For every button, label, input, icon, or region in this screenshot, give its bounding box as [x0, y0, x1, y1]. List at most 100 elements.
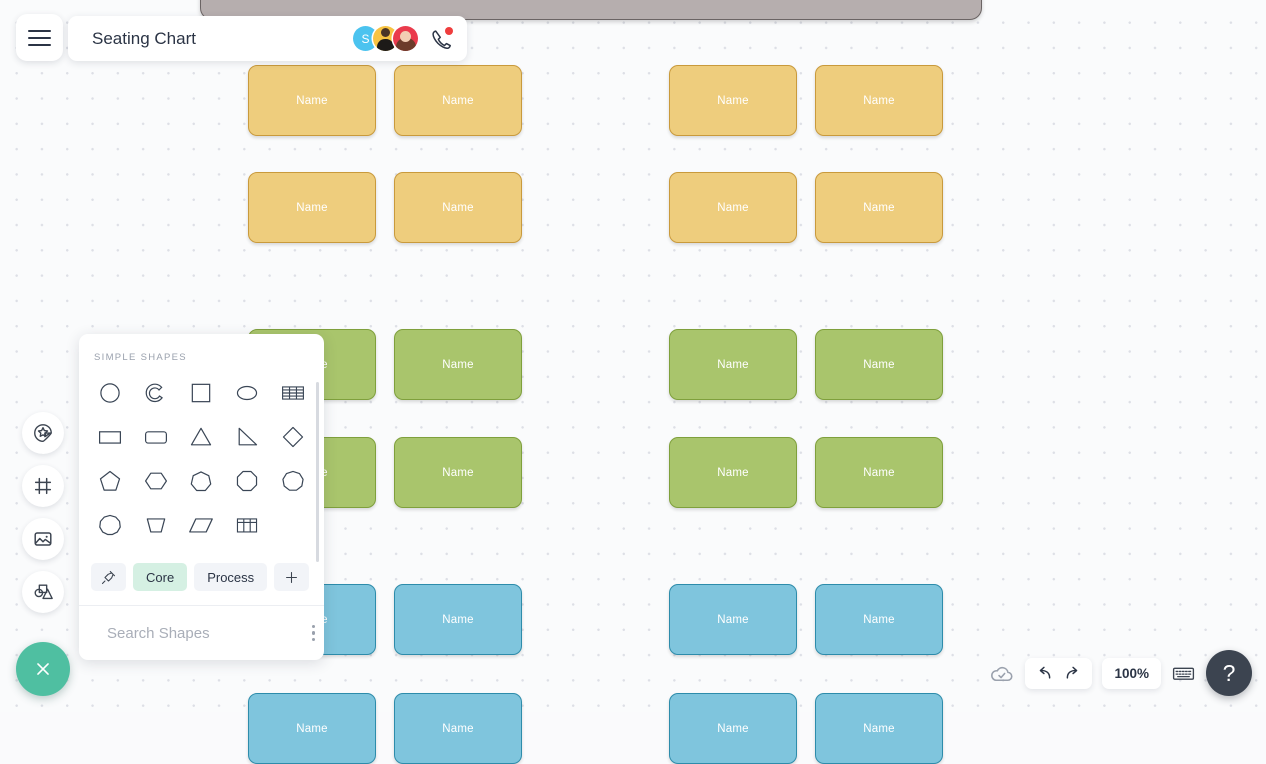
shapes-panel-heading: Simple Shapes: [94, 352, 187, 363]
seat-label: Name: [442, 613, 474, 626]
seat-label: Name: [863, 201, 895, 214]
keyboard-shortcuts-button[interactable]: [1171, 661, 1196, 686]
shape-item-rounded-rectangle[interactable]: [133, 417, 179, 457]
seat-card[interactable]: Name: [669, 65, 797, 136]
pin-icon: [101, 570, 116, 584]
seat-card[interactable]: Name: [394, 172, 522, 243]
undo-button[interactable]: [1033, 663, 1054, 684]
shape-item-right-triangle[interactable]: [224, 417, 270, 457]
seat-label: Name: [717, 722, 749, 735]
shape-item-parallelogram[interactable]: [179, 505, 225, 545]
seat-card[interactable]: Name: [669, 172, 797, 243]
shape-item-diamond[interactable]: [270, 417, 316, 457]
seat-label: Name: [717, 613, 749, 626]
seat-card[interactable]: Name: [669, 329, 797, 400]
plus-icon: [286, 571, 298, 583]
cloud-saved-icon: [991, 666, 1013, 681]
seat-label: Name: [442, 722, 474, 735]
shape-item-triangle[interactable]: [179, 417, 225, 457]
seat-label: Name: [717, 358, 749, 371]
seat-label: Name: [442, 358, 474, 371]
shape-search-row: [79, 605, 324, 660]
seat-card[interactable]: Name: [394, 437, 522, 508]
seat-card[interactable]: Name: [248, 172, 376, 243]
seat-card[interactable]: Name: [669, 437, 797, 508]
parallelogram-shape-icon: [189, 518, 214, 533]
seat-label: Name: [442, 94, 474, 107]
image-icon: [34, 532, 52, 546]
shape-item-lined-table[interactable]: [270, 373, 316, 413]
seat-label: Name: [442, 466, 474, 479]
frame-tool-button[interactable]: [22, 465, 64, 507]
shape-item-trapezoid[interactable]: [133, 505, 179, 545]
hexagon-shape-icon: [144, 472, 167, 490]
shape-item-heptagon[interactable]: [179, 461, 225, 501]
seat-card[interactable]: Name: [669, 584, 797, 655]
redo-button[interactable]: [1063, 663, 1084, 684]
close-panel-button[interactable]: [16, 642, 70, 696]
tab-process[interactable]: Process: [194, 563, 268, 591]
diamond-shape-icon: [282, 426, 304, 448]
seat-card[interactable]: Name: [394, 693, 522, 764]
shape-item-ellipse[interactable]: [224, 373, 270, 413]
seat-card[interactable]: Name: [394, 329, 522, 400]
shape-cell-empty: [270, 505, 316, 545]
shape-item-table-grid[interactable]: [224, 505, 270, 545]
seat-label: Name: [442, 201, 474, 214]
shape-item-pentagon[interactable]: [87, 461, 133, 501]
image-tool-button[interactable]: [22, 518, 64, 560]
seat-card[interactable]: Name: [248, 693, 376, 764]
seat-label: Name: [717, 466, 749, 479]
save-status-button[interactable]: [988, 660, 1015, 687]
shape-item-circle[interactable]: [87, 373, 133, 413]
shape-panel-more-button[interactable]: [308, 619, 319, 647]
shapes-panel-scrollbar[interactable]: [315, 382, 319, 562]
help-button[interactable]: ?: [1206, 650, 1252, 696]
seat-card[interactable]: Name: [815, 329, 943, 400]
tab-core[interactable]: Core: [133, 563, 188, 591]
zoom-level-button[interactable]: 100%: [1102, 657, 1161, 689]
shape-item-octagon[interactable]: [224, 461, 270, 501]
undo-icon: [1040, 666, 1051, 679]
phone-call-button[interactable]: [427, 26, 453, 52]
seat-label: Name: [863, 466, 895, 479]
seat-card[interactable]: Name: [248, 65, 376, 136]
page-title[interactable]: Seating Chart: [92, 29, 353, 49]
nonagon-shape-icon: [282, 470, 304, 491]
shape-item-square[interactable]: [179, 373, 225, 413]
seat-card[interactable]: Name: [394, 65, 522, 136]
shapes-panel: Simple Shapes: [79, 334, 324, 660]
seat-card[interactable]: Name: [394, 584, 522, 655]
seat-card[interactable]: Name: [815, 172, 943, 243]
seat-card[interactable]: Name: [815, 65, 943, 136]
trapezoid-shape-icon: [146, 518, 165, 533]
search-input[interactable]: [105, 623, 308, 643]
hamburger-menu-button[interactable]: [16, 14, 63, 61]
shape-item-arc[interactable]: [133, 373, 179, 413]
shape-item-hexagon[interactable]: [133, 461, 179, 501]
seat-card[interactable]: Name: [815, 584, 943, 655]
add-library-button[interactable]: [274, 563, 310, 591]
history-controls: [1025, 657, 1093, 689]
stickers-tool-button[interactable]: [22, 412, 64, 454]
seat-label: Name: [296, 201, 328, 214]
seat-label: Name: [863, 358, 895, 371]
seat-card[interactable]: Name: [669, 693, 797, 764]
hamburger-menu-icon: [28, 27, 51, 48]
lined-table-shape-icon: [282, 386, 305, 400]
shape-item-decagon[interactable]: [87, 505, 133, 545]
shapes-tool-button[interactable]: [22, 571, 64, 613]
close-x-icon: [37, 663, 49, 675]
seat-card[interactable]: Name: [815, 693, 943, 764]
arc-shape-icon: [145, 383, 163, 403]
seat-card[interactable]: Name: [815, 437, 943, 508]
shape-item-rectangle[interactable]: [87, 417, 133, 457]
tab-pinned[interactable]: [91, 563, 126, 591]
seat-label: Name: [717, 94, 749, 107]
shape-item-nonagon[interactable]: [270, 461, 316, 501]
bottom-right-controls: 100% ?: [988, 650, 1252, 696]
rounded-rectangle-shape-icon: [144, 431, 167, 444]
frame-icon: [34, 477, 52, 495]
seat-label: Name: [296, 94, 328, 107]
avatar[interactable]: [393, 26, 418, 51]
